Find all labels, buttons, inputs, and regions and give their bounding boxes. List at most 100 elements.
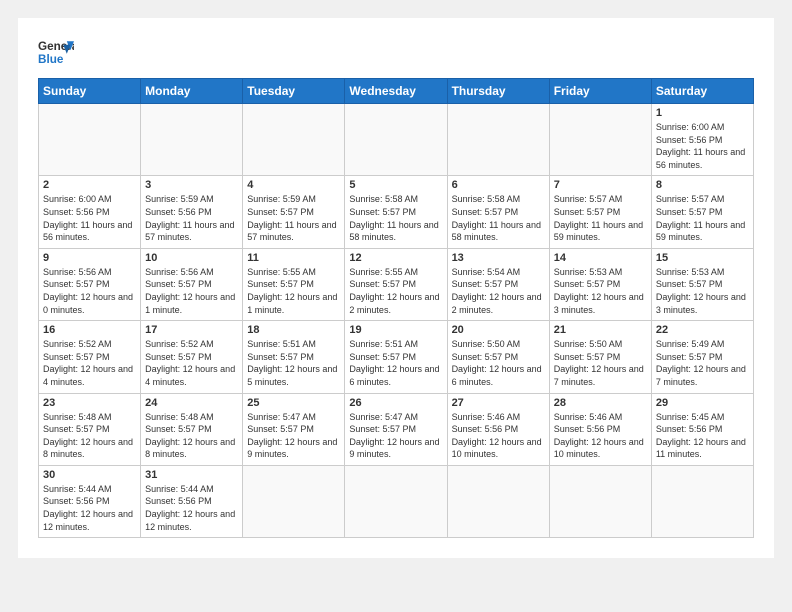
day-info: Sunrise: 5:57 AM Sunset: 5:57 PM Dayligh… xyxy=(554,193,647,243)
day-info: Sunrise: 5:44 AM Sunset: 5:56 PM Dayligh… xyxy=(43,483,136,533)
weekday-header-sunday: Sunday xyxy=(39,79,141,104)
day-number: 2 xyxy=(43,179,136,191)
weekday-header-row: SundayMondayTuesdayWednesdayThursdayFrid… xyxy=(39,79,754,104)
calendar-cell xyxy=(39,104,141,176)
calendar-cell: 5 Sunrise: 5:58 AM Sunset: 5:57 PM Daylig… xyxy=(345,176,447,248)
calendar-cell: 31 Sunrise: 5:44 AM Sunset: 5:56 PM Dayli… xyxy=(141,465,243,537)
page-header: General Blue xyxy=(38,34,754,70)
calendar-cell: 4Sunrise: 5:59 AM Sunset: 5:57 PM Daylig… xyxy=(243,176,345,248)
day-info: Sunrise: 5:59 AM Sunset: 5:56 PM Dayligh… xyxy=(145,193,238,243)
calendar-cell: 13Sunrise: 5:54 AM Sunset: 5:57 PM Dayli… xyxy=(447,248,549,320)
calendar-cell: 17Sunrise: 5:52 AM Sunset: 5:57 PM Dayli… xyxy=(141,321,243,393)
calendar-cell xyxy=(447,465,549,537)
logo-icon: General Blue xyxy=(38,34,74,70)
calendar-cell xyxy=(345,104,447,176)
calendar-cell: 10 Sunrise: 5:56 AM Sunset: 5:57 PM Dayli… xyxy=(141,248,243,320)
calendar-cell: 2 Sunrise: 6:00 AM Sunset: 5:56 PM Daylig… xyxy=(39,176,141,248)
day-number: 15 xyxy=(656,252,749,264)
calendar-table: SundayMondayTuesdayWednesdayThursdayFrid… xyxy=(38,78,754,538)
day-number: 21 xyxy=(554,324,647,336)
calendar-cell: 27Sunrise: 5:46 AM Sunset: 5:56 PM Dayli… xyxy=(447,393,549,465)
calendar-cell xyxy=(549,465,651,537)
day-number: 31 xyxy=(145,469,238,481)
week-row-6: 30 Sunrise: 5:44 AM Sunset: 5:56 PM Dayli… xyxy=(39,465,754,537)
calendar-cell xyxy=(141,104,243,176)
svg-text:Blue: Blue xyxy=(38,53,64,66)
day-info: Sunrise: 5:57 AM Sunset: 5:57 PM Dayligh… xyxy=(656,193,749,243)
day-number: 30 xyxy=(43,469,136,481)
calendar-cell xyxy=(243,104,345,176)
calendar-cell xyxy=(447,104,549,176)
calendar-cell: 6 Sunrise: 5:58 AM Sunset: 5:57 PM Daylig… xyxy=(447,176,549,248)
day-number: 1 xyxy=(656,107,749,119)
calendar-cell: 29Sunrise: 5:45 AM Sunset: 5:56 PM Dayli… xyxy=(651,393,753,465)
calendar-cell: 8Sunrise: 5:57 AM Sunset: 5:57 PM Daylig… xyxy=(651,176,753,248)
calendar-cell xyxy=(243,465,345,537)
calendar-cell: 18Sunrise: 5:51 AM Sunset: 5:57 PM Dayli… xyxy=(243,321,345,393)
calendar-cell: 11Sunrise: 5:55 AM Sunset: 5:57 PM Dayli… xyxy=(243,248,345,320)
day-info: Sunrise: 5:51 AM Sunset: 5:57 PM Dayligh… xyxy=(349,338,442,388)
calendar-cell: 7 Sunrise: 5:57 AM Sunset: 5:57 PM Daylig… xyxy=(549,176,651,248)
day-info: Sunrise: 6:00 AM Sunset: 5:56 PM Dayligh… xyxy=(43,193,136,243)
calendar-cell: 14Sunrise: 5:53 AM Sunset: 5:57 PM Dayli… xyxy=(549,248,651,320)
day-info: Sunrise: 5:46 AM Sunset: 5:56 PM Dayligh… xyxy=(452,411,545,461)
day-info: Sunrise: 6:00 AM Sunset: 5:56 PM Dayligh… xyxy=(656,121,749,171)
day-number: 22 xyxy=(656,324,749,336)
day-info: Sunrise: 5:48 AM Sunset: 5:57 PM Dayligh… xyxy=(43,411,136,461)
day-number: 5 xyxy=(349,179,442,191)
calendar-cell xyxy=(651,465,753,537)
calendar-cell: 26 Sunrise: 5:47 AM Sunset: 5:57 PM Dayli… xyxy=(345,393,447,465)
day-info: Sunrise: 5:47 AM Sunset: 5:57 PM Dayligh… xyxy=(247,411,340,461)
logo: General Blue xyxy=(38,34,74,70)
calendar-cell: 16 Sunrise: 5:52 AM Sunset: 5:57 PM Dayli… xyxy=(39,321,141,393)
week-row-1: 1 Sunrise: 6:00 AM Sunset: 5:56 PM Daylig… xyxy=(39,104,754,176)
week-row-5: 23 Sunrise: 5:48 AM Sunset: 5:57 PM Dayli… xyxy=(39,393,754,465)
day-info: Sunrise: 5:47 AM Sunset: 5:57 PM Dayligh… xyxy=(349,411,442,461)
day-number: 23 xyxy=(43,397,136,409)
day-info: Sunrise: 5:58 AM Sunset: 5:57 PM Dayligh… xyxy=(349,193,442,243)
day-info: Sunrise: 5:56 AM Sunset: 5:57 PM Dayligh… xyxy=(145,266,238,316)
calendar-cell xyxy=(345,465,447,537)
day-info: Sunrise: 5:48 AM Sunset: 5:57 PM Dayligh… xyxy=(145,411,238,461)
day-number: 6 xyxy=(452,179,545,191)
week-row-2: 2 Sunrise: 6:00 AM Sunset: 5:56 PM Daylig… xyxy=(39,176,754,248)
weekday-header-saturday: Saturday xyxy=(651,79,753,104)
calendar-cell: 15 Sunrise: 5:53 AM Sunset: 5:57 PM Dayli… xyxy=(651,248,753,320)
day-info: Sunrise: 5:52 AM Sunset: 5:57 PM Dayligh… xyxy=(43,338,136,388)
day-info: Sunrise: 5:58 AM Sunset: 5:57 PM Dayligh… xyxy=(452,193,545,243)
week-row-4: 16 Sunrise: 5:52 AM Sunset: 5:57 PM Dayli… xyxy=(39,321,754,393)
weekday-header-friday: Friday xyxy=(549,79,651,104)
day-info: Sunrise: 5:55 AM Sunset: 5:57 PM Dayligh… xyxy=(349,266,442,316)
day-number: 16 xyxy=(43,324,136,336)
day-number: 7 xyxy=(554,179,647,191)
day-number: 18 xyxy=(247,324,340,336)
day-number: 24 xyxy=(145,397,238,409)
calendar-page: General Blue SundayMondayTuesdayWednesda… xyxy=(18,18,774,558)
calendar-cell: 1 Sunrise: 6:00 AM Sunset: 5:56 PM Daylig… xyxy=(651,104,753,176)
day-number: 26 xyxy=(349,397,442,409)
day-info: Sunrise: 5:53 AM Sunset: 5:57 PM Dayligh… xyxy=(656,266,749,316)
calendar-cell: 22 Sunrise: 5:49 AM Sunset: 5:57 PM Dayli… xyxy=(651,321,753,393)
day-number: 25 xyxy=(247,397,340,409)
day-info: Sunrise: 5:52 AM Sunset: 5:57 PM Dayligh… xyxy=(145,338,238,388)
day-number: 19 xyxy=(349,324,442,336)
day-info: Sunrise: 5:50 AM Sunset: 5:57 PM Dayligh… xyxy=(452,338,545,388)
day-info: Sunrise: 5:46 AM Sunset: 5:56 PM Dayligh… xyxy=(554,411,647,461)
day-info: Sunrise: 5:54 AM Sunset: 5:57 PM Dayligh… xyxy=(452,266,545,316)
day-number: 4 xyxy=(247,179,340,191)
day-info: Sunrise: 5:45 AM Sunset: 5:56 PM Dayligh… xyxy=(656,411,749,461)
calendar-cell xyxy=(549,104,651,176)
calendar-cell: 20Sunrise: 5:50 AM Sunset: 5:57 PM Dayli… xyxy=(447,321,549,393)
day-info: Sunrise: 5:49 AM Sunset: 5:57 PM Dayligh… xyxy=(656,338,749,388)
calendar-cell: 25 Sunrise: 5:47 AM Sunset: 5:57 PM Dayli… xyxy=(243,393,345,465)
day-info: Sunrise: 5:55 AM Sunset: 5:57 PM Dayligh… xyxy=(247,266,340,316)
day-number: 10 xyxy=(145,252,238,264)
day-number: 9 xyxy=(43,252,136,264)
day-number: 12 xyxy=(349,252,442,264)
day-number: 28 xyxy=(554,397,647,409)
calendar-cell: 21Sunrise: 5:50 AM Sunset: 5:57 PM Dayli… xyxy=(549,321,651,393)
day-info: Sunrise: 5:44 AM Sunset: 5:56 PM Dayligh… xyxy=(145,483,238,533)
week-row-3: 9 Sunrise: 5:56 AM Sunset: 5:57 PM Daylig… xyxy=(39,248,754,320)
calendar-cell: 30 Sunrise: 5:44 AM Sunset: 5:56 PM Dayli… xyxy=(39,465,141,537)
calendar-cell: 9Sunrise: 5:56 AM Sunset: 5:57 PM Daylig… xyxy=(39,248,141,320)
